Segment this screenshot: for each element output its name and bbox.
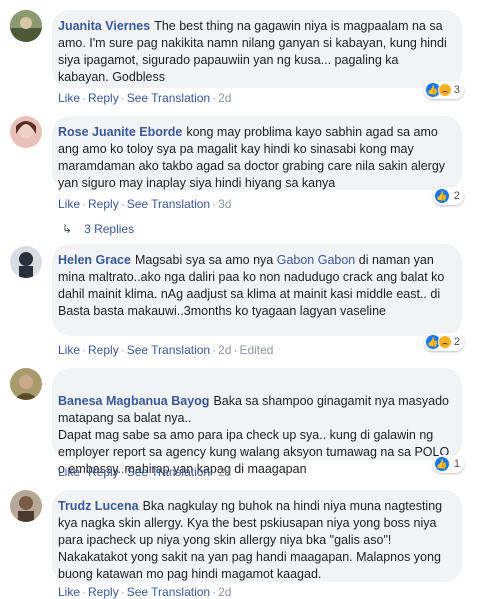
- avatar-image: [10, 116, 42, 148]
- reply-button[interactable]: Reply: [88, 91, 119, 105]
- reply-button[interactable]: Reply: [88, 197, 119, 211]
- comment-bubble: Banesa Magbanua Bayog Baka sa shampoo gin…: [52, 368, 462, 476]
- comment-actions: Like · Reply · See Translation · 2d: [58, 91, 232, 105]
- reply-arrow-icon: ↳: [62, 222, 73, 236]
- commenter-name[interactable]: Trudz Lucena: [58, 499, 139, 513]
- edited-label[interactable]: Edited: [239, 343, 273, 357]
- like-button[interactable]: Like: [58, 343, 80, 357]
- reaction-count: 2: [453, 336, 460, 348]
- like-button[interactable]: Like: [58, 91, 80, 105]
- comment-bubble: Rose Juanite Eborde kong may problima kay…: [52, 116, 462, 190]
- reaction-count: 2: [453, 190, 460, 202]
- reaction-count: 1: [453, 458, 460, 470]
- reaction-summary[interactable]: 👍 1: [432, 455, 464, 473]
- sad-reaction-icon: [437, 335, 452, 349]
- like-reaction-icon: 👍: [434, 457, 449, 471]
- avatar[interactable]: [10, 246, 42, 278]
- avatar[interactable]: [10, 116, 42, 148]
- like-reaction-icon: 👍: [434, 189, 449, 203]
- reaction-summary[interactable]: 👍 2: [432, 187, 464, 205]
- avatar-image: [10, 368, 42, 400]
- reply-button[interactable]: Reply: [88, 465, 119, 479]
- reply-button[interactable]: Reply: [88, 585, 119, 599]
- reaction-count: 3: [453, 84, 460, 96]
- comment-bubble: Helen Grace Magsabi sya sa amo nya Gabon …: [52, 244, 462, 336]
- see-translation-link[interactable]: See Translation: [127, 91, 210, 105]
- avatar[interactable]: [10, 368, 42, 400]
- like-button[interactable]: Like: [58, 585, 80, 599]
- avatar[interactable]: [10, 10, 42, 42]
- reply-button[interactable]: Reply: [88, 343, 119, 357]
- avatar-image: [10, 10, 42, 42]
- like-button[interactable]: Like: [58, 465, 80, 479]
- comment-actions: Like · Reply · See Translation · 2d: [58, 465, 232, 479]
- comment-bubble: Trudz Lucena Bka nagkulay ng buhok na hin…: [52, 490, 462, 582]
- reaction-summary[interactable]: 👍 3: [423, 81, 464, 99]
- comment-actions: Like · Reply · See Translation · 2d: [58, 585, 232, 599]
- commenter-name[interactable]: Rose Juanite Eborde: [58, 125, 182, 139]
- commenter-name[interactable]: Juanita Viernes: [58, 19, 150, 33]
- comment-bubble: Juanita Viernes The best thing na gagawin…: [52, 10, 462, 88]
- replies-count: 3 Replies: [84, 222, 135, 236]
- comment-text: Magsabi sya sa amo nya: [134, 253, 277, 267]
- like-button[interactable]: Like: [58, 197, 80, 211]
- commenter-name[interactable]: Banesa Magbanua Bayog: [58, 394, 209, 408]
- comment-actions: Like · Reply · See Translation · 3d: [58, 197, 232, 211]
- see-translation-link[interactable]: See Translation: [127, 343, 210, 357]
- sad-reaction-icon: [437, 83, 452, 97]
- timestamp[interactable]: 2d: [218, 91, 231, 105]
- timestamp[interactable]: 2d: [218, 465, 231, 479]
- avatar-image: [10, 246, 42, 278]
- timestamp[interactable]: 3d: [218, 197, 231, 211]
- comment-actions: Like · Reply · See Translation · 2d · Edited: [58, 343, 274, 357]
- avatar-image: [10, 490, 42, 522]
- timestamp[interactable]: 2d: [218, 343, 231, 357]
- timestamp[interactable]: 2d: [218, 585, 231, 599]
- reaction-summary[interactable]: 👍 2: [423, 333, 464, 351]
- tagged-user-link[interactable]: Gabon Gabon: [277, 253, 356, 267]
- view-replies-link[interactable]: ↳ 3 Replies: [62, 222, 134, 236]
- see-translation-link[interactable]: See Translation: [127, 585, 210, 599]
- avatar[interactable]: [10, 490, 42, 522]
- commenter-name[interactable]: Helen Grace: [58, 253, 131, 267]
- see-translation-link[interactable]: See Translation: [127, 465, 210, 479]
- see-translation-link[interactable]: See Translation: [127, 197, 210, 211]
